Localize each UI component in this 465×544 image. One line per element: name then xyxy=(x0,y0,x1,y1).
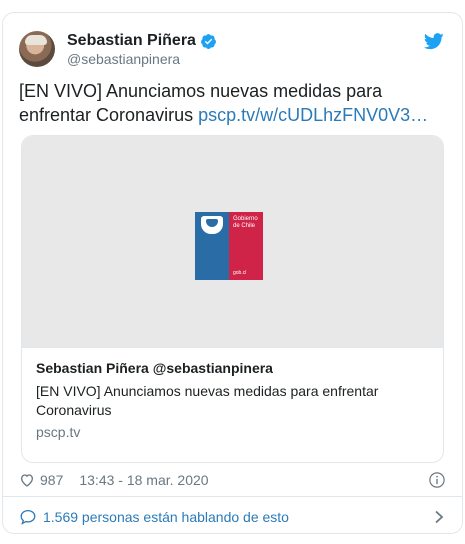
conversation-count[interactable]: 1.569 personas están hablando de esto xyxy=(43,509,289,525)
tweet-text: [EN VIVO] Anunciamos nuevas medidas para… xyxy=(19,79,439,127)
logo-text: Gobierno de Chile xyxy=(233,216,258,229)
card-image[interactable]: Gobierno de Chile gob.cl xyxy=(22,136,443,347)
speech-bubble-icon xyxy=(20,509,36,525)
shield-icon xyxy=(201,216,223,234)
tweet-timestamp[interactable]: 13:43 - 18 mar. 2020 xyxy=(79,472,208,488)
card-description: [EN VIVO] Anunciamos nuevas medidas para… xyxy=(36,383,379,418)
info-icon[interactable] xyxy=(428,471,446,489)
verified-icon xyxy=(201,33,216,49)
avatar[interactable] xyxy=(19,31,55,67)
twitter-bird-icon[interactable] xyxy=(424,33,444,50)
tweet-embed: Sebastian Piñera @sebastianpinera [EN VI… xyxy=(2,12,463,534)
card-body[interactable]: Sebastian Piñera @sebastianpinera [EN VI… xyxy=(22,347,443,462)
card-domain: pscp.tv xyxy=(36,424,81,440)
author-handle[interactable]: @sebastianpinera xyxy=(67,51,180,67)
card-title: Sebastian Piñera @sebastianpinera xyxy=(36,360,273,376)
heart-icon[interactable] xyxy=(19,472,35,488)
chevron-right-icon[interactable] xyxy=(432,509,446,525)
divider xyxy=(3,496,462,497)
conversation-footer[interactable]: 1.569 personas están hablando de esto xyxy=(19,507,446,527)
tweet-meta: 987 13:43 - 18 mar. 2020 xyxy=(19,469,446,491)
link-card[interactable]: Gobierno de Chile gob.cl Sebastian Piñer… xyxy=(21,135,444,463)
like-count[interactable]: 987 xyxy=(40,472,63,488)
tweet-link[interactable]: pscp.tv/w/cUDLhzFNV0V3… xyxy=(198,105,428,125)
tweet-header: Sebastian Piñera @sebastianpinera xyxy=(19,29,446,69)
author-name-row[interactable]: Sebastian Piñera xyxy=(67,32,217,50)
gobierno-de-chile-logo: Gobierno de Chile gob.cl xyxy=(195,212,263,280)
author-name[interactable]: Sebastian Piñera xyxy=(67,32,196,50)
logo-domain: gob.cl xyxy=(233,270,247,276)
